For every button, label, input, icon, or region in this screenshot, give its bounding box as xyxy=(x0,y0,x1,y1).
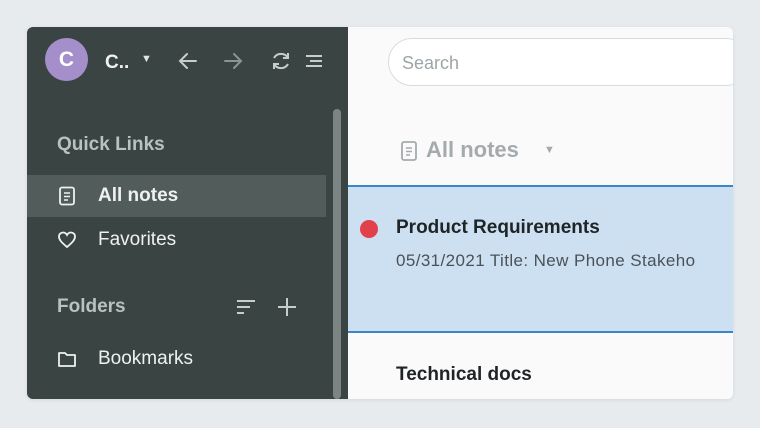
folders-title: Folders xyxy=(57,296,126,317)
search-input[interactable]: Search xyxy=(388,38,733,86)
list-sort-dropdown-icon[interactable]: ▼ xyxy=(544,144,555,156)
forward-arrow-icon[interactable] xyxy=(222,50,244,72)
sidebar-item-label: Favorites xyxy=(98,229,177,250)
note-title: Product Requirements xyxy=(396,217,600,238)
note-list-pane: Search All notes ▼ Product Requirements … xyxy=(348,27,733,399)
sync-icon[interactable] xyxy=(270,50,292,72)
avatar[interactable]: C xyxy=(45,38,88,81)
note-item-selected[interactable]: Product Requirements 05/31/2021 Title: N… xyxy=(348,185,733,333)
sidebar: C C.. ▼ Quick Links All notes Favorites … xyxy=(27,27,348,399)
scrollbar-thumb[interactable] xyxy=(333,109,341,399)
list-header-title: All notes xyxy=(426,137,519,162)
add-folder-icon[interactable] xyxy=(276,296,298,318)
status-dot xyxy=(360,220,378,238)
sidebar-item-favorites[interactable]: Favorites xyxy=(27,219,326,261)
back-arrow-icon[interactable] xyxy=(177,50,199,72)
sidebar-topbar: C C.. ▼ xyxy=(27,27,348,99)
search-placeholder: Search xyxy=(402,53,460,73)
sidebar-scrollbar[interactable] xyxy=(330,109,343,399)
menu-icon[interactable] xyxy=(303,50,325,72)
sidebar-item-all-notes[interactable]: All notes xyxy=(27,175,326,217)
account-name[interactable]: C.. xyxy=(105,52,129,74)
note-item[interactable]: Technical docs xyxy=(348,335,733,399)
sort-icon[interactable] xyxy=(235,296,257,318)
note-snippet: 05/31/2021 Title: New Phone Stakeho xyxy=(396,251,696,270)
note-title: Technical docs xyxy=(396,364,532,385)
sidebar-item-label: All notes xyxy=(98,185,179,206)
note-icon xyxy=(401,141,417,161)
heart-icon xyxy=(58,231,76,249)
folder-item-bookmarks[interactable]: Bookmarks xyxy=(27,338,326,380)
app-window: C C.. ▼ Quick Links All notes Favorites … xyxy=(27,27,733,399)
folder-label: Bookmarks xyxy=(98,348,194,369)
note-icon xyxy=(59,186,75,206)
quick-links-title: Quick Links xyxy=(57,134,165,155)
account-dropdown-icon[interactable]: ▼ xyxy=(141,53,152,65)
folder-icon xyxy=(58,352,76,367)
